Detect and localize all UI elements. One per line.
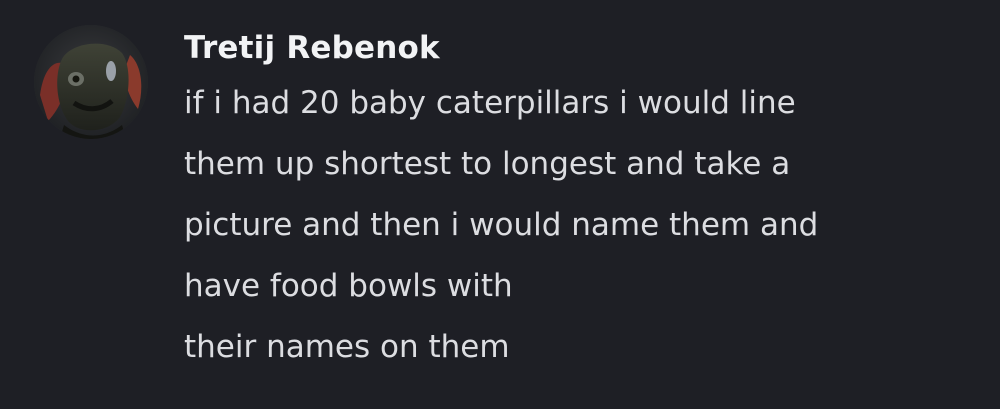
- message-line: if i had 20 baby caterpillars i would li…: [184, 85, 796, 121]
- message-line: their names on them: [184, 329, 510, 365]
- user-avatar-icon: [34, 25, 148, 139]
- message-text: if i had 20 baby caterpillars i would li…: [184, 73, 984, 378]
- username[interactable]: Tretij Rebenok: [184, 26, 984, 70]
- chat-message: Tretij Rebenok if i had 20 baby caterpil…: [0, 0, 1000, 409]
- message-line: them up shortest to longest and take a: [184, 146, 791, 182]
- message-line: have food bowls with: [184, 268, 513, 304]
- message-content: Tretij Rebenok if i had 20 baby caterpil…: [184, 24, 984, 378]
- avatar[interactable]: [34, 25, 148, 139]
- message-line: picture and then i would name them and: [184, 207, 819, 243]
